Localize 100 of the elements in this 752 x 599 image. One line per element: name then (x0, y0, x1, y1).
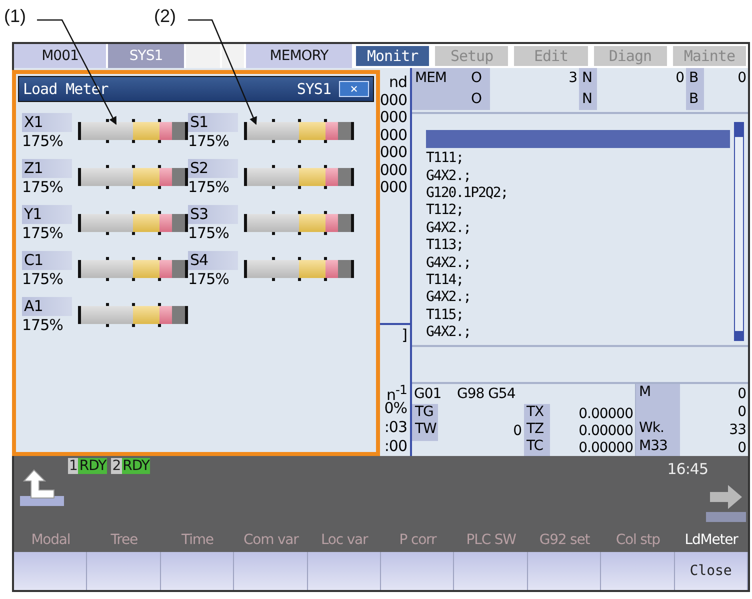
menu-item[interactable]: Modal (14, 528, 88, 552)
menu-item[interactable]: Tree (87, 528, 161, 552)
axis-label: Y1 (22, 204, 72, 224)
ready-indicator: 1 RDY (68, 458, 108, 474)
load-reading: 175% (22, 316, 64, 334)
field-label: O (468, 89, 490, 110)
axis-label: C1 (22, 250, 72, 270)
menu-item[interactable]: Col stp (601, 528, 675, 552)
field-label: O (468, 68, 490, 90)
softkey-button[interactable] (454, 552, 528, 590)
value-text: 000 (380, 144, 408, 162)
value-text: 0% (384, 399, 408, 418)
softkey-button[interactable] (308, 552, 381, 590)
mode-cell: MEMORY (246, 44, 352, 68)
value-text: 000 (380, 126, 408, 144)
program-line: G4X2.; (426, 168, 472, 185)
axis-label: S3 (188, 204, 238, 224)
load-reading: 175% (22, 224, 64, 242)
field-value: 0 (736, 69, 747, 88)
softkey-button[interactable] (601, 552, 675, 590)
softkey-button[interactable] (528, 552, 602, 590)
load-reading: 175% (22, 270, 64, 288)
value-text: 000 (380, 109, 408, 126)
program-line: G4X2.; (426, 254, 472, 272)
field-label: N (579, 89, 597, 110)
tab[interactable]: Mainte (670, 44, 748, 68)
field-label: B (686, 68, 704, 90)
program-line: G4X2.; (426, 289, 472, 307)
program-line: T112; (426, 202, 464, 220)
close-button[interactable]: × (339, 81, 369, 97)
field-label: M (636, 384, 680, 404)
status-cell: M001 (14, 44, 106, 68)
value-text: ] (402, 327, 408, 345)
program-line: G4X2.; (426, 324, 472, 342)
blank-cell (186, 44, 220, 68)
menu-item[interactable]: Com var (234, 528, 308, 552)
softkey-button[interactable] (14, 552, 88, 590)
menu-item[interactable]: P corr (381, 528, 454, 552)
field-value: 0 (736, 385, 747, 404)
field-label: N (579, 68, 597, 90)
value-text: nd (388, 74, 408, 92)
field-value: 0 (674, 69, 685, 88)
callout-label: (2) (154, 6, 176, 27)
field-value: 0 (736, 403, 747, 422)
modal-text: G01 G98 G54 (413, 385, 516, 404)
window-title: Load Meter (23, 80, 110, 98)
mode-label: MEM (412, 68, 468, 90)
tab[interactable]: Edit (512, 44, 590, 68)
program-line: G4X2.; (426, 220, 472, 238)
value-text: n$^{-1}$ (386, 381, 408, 399)
value-text: :00 (384, 437, 408, 456)
load-reading: 175% (188, 132, 230, 150)
load-reading: 175% (188, 178, 230, 196)
tab[interactable]: Setup (433, 44, 510, 68)
menu-item[interactable]: G92 set (528, 528, 602, 552)
field-value: 33 (728, 421, 747, 440)
menu-item[interactable]: Time (160, 528, 234, 552)
program-line: T111; (426, 150, 464, 168)
axis-label: S2 (188, 158, 238, 178)
back-arrow-icon[interactable] (20, 468, 64, 506)
softkey-button[interactable] (381, 552, 454, 590)
load-reading: 175% (188, 270, 230, 288)
program-line: G120.1P2Q2; (426, 184, 509, 202)
field-value: 0.00000 (578, 439, 634, 458)
field-value: 0.00000 (578, 422, 634, 441)
axis-label: S1 (188, 112, 238, 132)
softkey-button[interactable] (87, 552, 161, 590)
forward-arrow-icon[interactable] (706, 482, 746, 522)
softkey-button[interactable] (234, 552, 308, 590)
tab[interactable]: Monitr (354, 44, 432, 68)
value-text: 000 (380, 179, 408, 196)
load-reading: 175% (22, 132, 64, 150)
program-line: T114; (426, 272, 464, 290)
tab[interactable]: Diagn (592, 44, 669, 68)
field-value: 0.00000 (578, 405, 634, 424)
field-value: 0 (736, 439, 747, 458)
value-text: :03 (384, 418, 408, 437)
program-line: T115; (426, 306, 464, 324)
field-label: M33 (636, 438, 680, 458)
field-value: 3 (568, 69, 578, 88)
field-value: 0 (512, 422, 522, 441)
axis-label: X1 (22, 112, 72, 132)
program-line: T113; (426, 237, 464, 255)
scrollbar[interactable] (734, 122, 744, 342)
menu-item[interactable]: Loc var (308, 528, 381, 552)
load-reading: 175% (22, 178, 64, 196)
softkey-button[interactable] (160, 552, 234, 590)
menu-item[interactable]: LdMeter (674, 528, 748, 552)
value-text: 000 (380, 92, 408, 109)
system-label: SYS1 (296, 80, 331, 98)
menu-item[interactable]: PLC SW (454, 528, 528, 552)
axis-label: A1 (22, 296, 72, 316)
load-reading: 175% (188, 224, 230, 242)
axis-label: S4 (188, 250, 238, 270)
clock-text: 16:45 (667, 460, 708, 478)
blank-cell (222, 44, 244, 68)
close-softkey[interactable]: Close (674, 552, 748, 590)
status-cell: SYS1 (108, 44, 184, 68)
ready-indicator: 2 RDY (111, 458, 150, 474)
field-label: Wk. (636, 420, 680, 440)
